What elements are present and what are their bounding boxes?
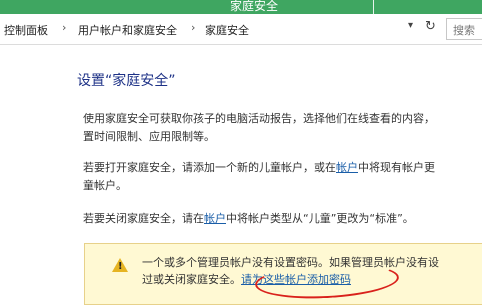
address-bar: 控制面板 › 用户帐户和家庭安全 › 家庭安全 ▾ ↻ 搜索 — [0, 14, 482, 45]
description-line-2: 置时间限制、应用限制等。 — [83, 130, 215, 143]
search-input[interactable]: 搜索 — [446, 18, 482, 40]
close-instructions-text: 若要关闭家庭安全，请在 — [83, 212, 204, 225]
breadcrumb-separator-icon[interactable]: › — [62, 21, 66, 34]
open-family-safety-line-2: 童帐户。 — [83, 179, 127, 192]
breadcrumb-separator-icon[interactable]: › — [191, 21, 195, 34]
description-line-1: 使用家庭安全可获取你孩子的电脑活动报告，选择他们在线查看的内容， — [83, 112, 435, 125]
refresh-icon[interactable]: ↻ — [425, 19, 436, 34]
accounts-link[interactable]: 帐户 — [336, 161, 358, 174]
page-title: 设置“家庭安全” — [77, 73, 176, 89]
chevron-down-icon[interactable]: ▾ — [408, 20, 413, 31]
warning-text: 过或关闭家庭安全。 — [142, 273, 241, 286]
open-instructions-text-cont: 中将现有帐户更 — [358, 161, 435, 174]
close-family-safety-line: 若要关闭家庭安全，请在帐户中将帐户类型从“儿童”更改为“标准”。 — [83, 210, 414, 228]
accounts-link[interactable]: 帐户 — [204, 212, 226, 225]
window-titlebar: 家庭安全 — [0, 0, 482, 14]
window-title: 家庭安全 — [230, 0, 279, 13]
breadcrumb-family-safety[interactable]: 家庭安全 — [205, 22, 249, 38]
close-instructions-text-cont: 中将帐户类型从“儿童”更改为“标准”。 — [226, 212, 414, 225]
window-control-button[interactable] — [373, 0, 424, 14]
open-instructions-text: 若要打开家庭安全，请添加一个新的儿童帐户，或在 — [83, 161, 336, 174]
breadcrumb-user-accounts-family-safety[interactable]: 用户帐户和家庭安全 — [78, 22, 177, 38]
open-family-safety-line-1: 若要打开家庭安全，请添加一个新的儿童帐户，或在帐户中将现有帐户更 — [83, 159, 435, 177]
breadcrumb-control-panel[interactable]: 控制面板 — [4, 22, 48, 38]
warning-exclamation-icon: ! — [118, 261, 123, 272]
search-placeholder: 搜索 — [453, 24, 475, 37]
